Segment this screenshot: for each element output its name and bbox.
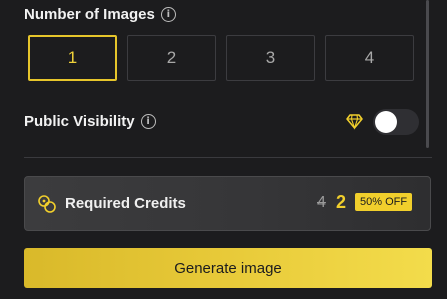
discount-badge: 50% OFF <box>355 193 413 211</box>
info-icon[interactable]: i <box>160 7 176 22</box>
toggle-knob <box>375 111 397 133</box>
public-visibility-row: Public Visibility i <box>24 113 156 130</box>
coins-icon <box>38 195 56 213</box>
public-visibility-toggle[interactable] <box>373 109 419 135</box>
number-of-images-header: Number of Images i <box>24 6 176 23</box>
divider <box>24 157 432 158</box>
image-count-option-3[interactable]: 3 <box>226 35 315 81</box>
image-count-option-1[interactable]: 1 <box>28 35 117 81</box>
public-visibility-label: Public Visibility <box>24 113 135 130</box>
info-icon[interactable]: i <box>140 114 156 129</box>
required-credits-label: Required Credits <box>65 195 186 212</box>
image-count-option-2[interactable]: 2 <box>127 35 216 81</box>
original-credits: 4 <box>317 194 326 211</box>
required-credits-panel: Required Credits 4 2 50% OFF <box>24 176 431 231</box>
image-count-option-4[interactable]: 4 <box>325 35 414 81</box>
scrollbar[interactable] <box>426 0 429 148</box>
image-count-selector: 1 2 3 4 <box>28 35 414 81</box>
discounted-credits: 2 <box>336 192 347 212</box>
number-of-images-label: Number of Images <box>24 6 155 23</box>
diamond-icon <box>346 114 363 130</box>
generate-image-button[interactable]: Generate image <box>24 248 432 288</box>
